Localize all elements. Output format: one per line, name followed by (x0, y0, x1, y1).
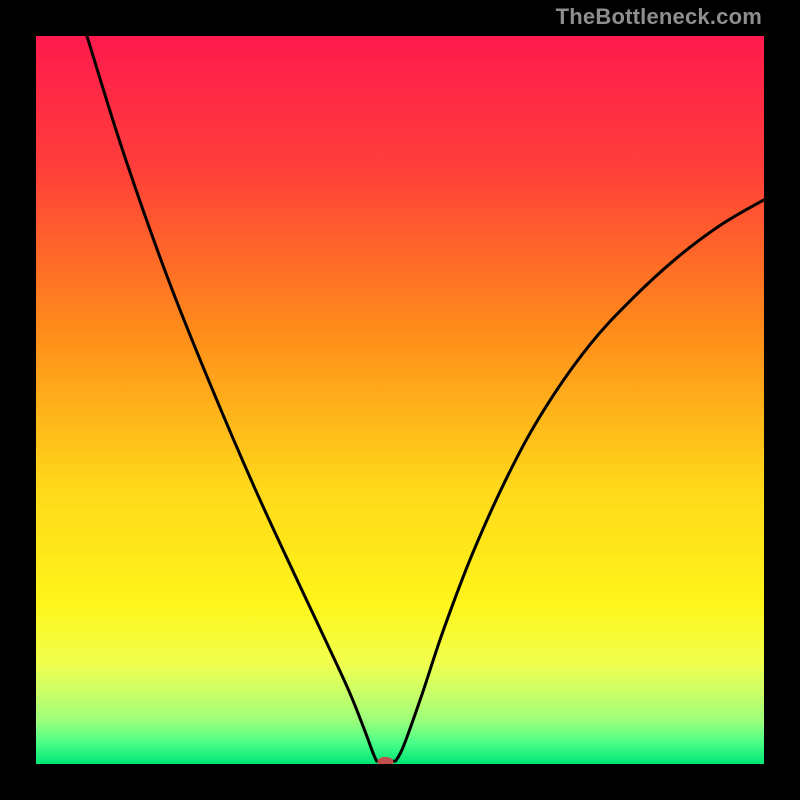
plot-area (36, 36, 764, 764)
bottleneck-curve (87, 36, 764, 761)
watermark-text: TheBottleneck.com (556, 4, 762, 30)
optimal-point-marker (377, 757, 393, 764)
chart-svg (36, 36, 764, 764)
